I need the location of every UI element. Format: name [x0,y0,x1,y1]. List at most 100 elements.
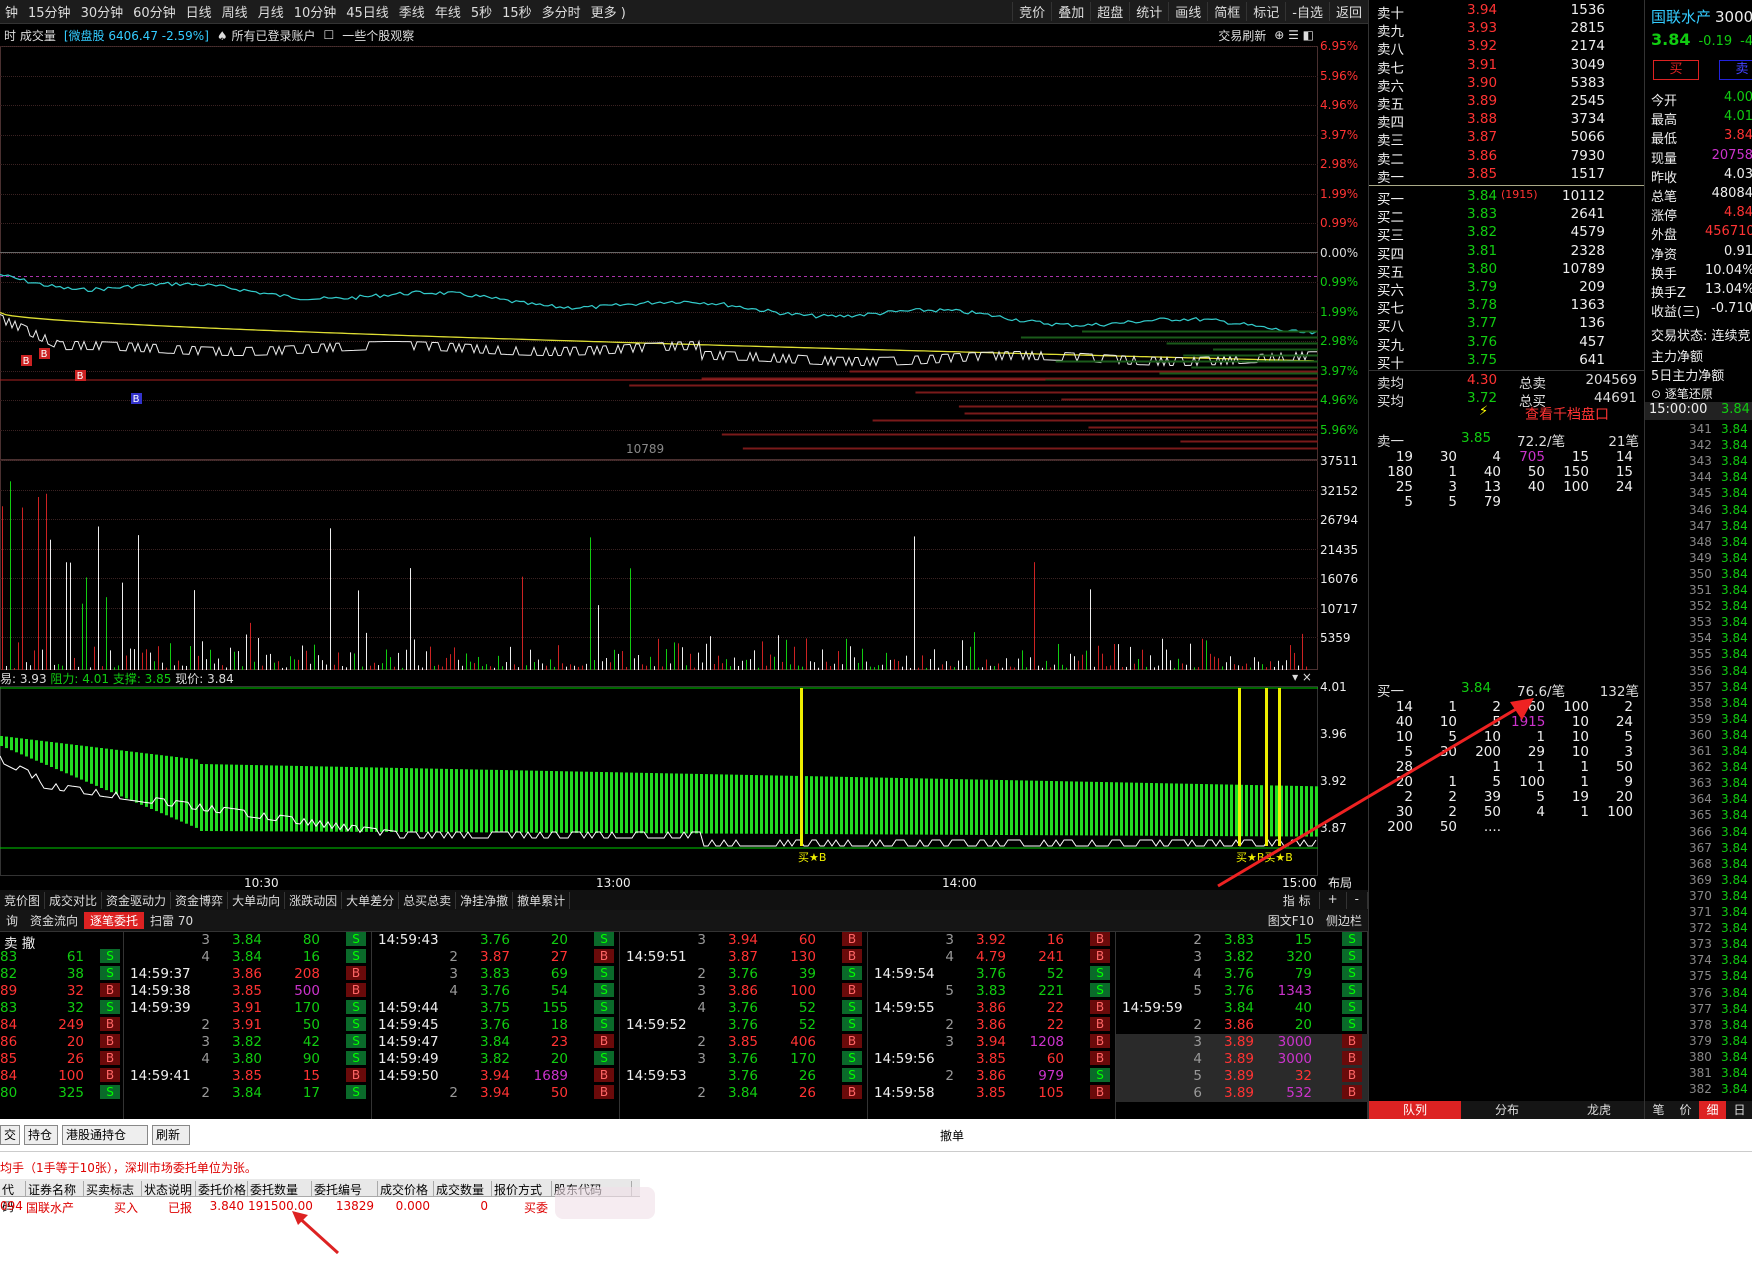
trade-button[interactable]: 交 [0,1125,20,1145]
orderbook-level[interactable]: 卖一 3.85 1517 [1369,166,1645,186]
period-tab[interactable]: 15分钟 [23,2,76,21]
trade-refresh[interactable]: 交易刷新 [1214,27,1270,44]
indicator-tab[interactable]: 竞价图 [0,891,46,909]
indicator-tab[interactable]: 资金驱动力 [102,891,172,909]
order-column-header[interactable]: 委托数量 [248,1181,312,1197]
orderbook-level[interactable]: 买三 3.82 4579 [1369,224,1645,244]
tool-button[interactable]: 叠加 [1051,2,1090,21]
tool-button[interactable]: 超盘 [1090,2,1129,21]
trade-marker[interactable]: B [39,348,50,360]
period-tab[interactable]: 季线 [394,2,430,21]
sell-button[interactable]: 卖 [1719,60,1752,80]
period-tab[interactable]: 钟 [0,2,23,21]
indicator-tab[interactable]: 大单动向 [228,891,286,909]
detail-tab[interactable]: 扫雷 70 [144,912,199,929]
period-tab[interactable]: 年线 [430,2,466,21]
indicator-tab[interactable]: 成交对比 [45,891,103,909]
order-column-header[interactable]: 委托编号 [312,1181,378,1197]
period-tab[interactable]: 月线 [253,2,289,21]
orderbook-level[interactable]: 买九 3.76 457 [1369,334,1645,354]
orderbook-level[interactable]: 买四 3.81 2328 [1369,243,1645,263]
tick-restore-toggle[interactable]: ⊙ 逐笔还原 [1651,385,1713,402]
detail-tab[interactable]: 询 [0,912,24,929]
trade-button[interactable]: 港股通持仓 [62,1125,148,1145]
order-column-header[interactable]: 状态说明 [142,1181,196,1197]
orderbook-level[interactable]: 卖十 3.94 1536 [1369,2,1645,22]
detail-tool[interactable]: 侧边栏 [1320,912,1368,929]
order-cell[interactable]: 094 [0,1199,23,1215]
indicator-tab[interactable]: 资金博弈 [171,891,229,909]
orderbook-level[interactable]: 买八 3.77 136 [1369,315,1645,335]
order-cell[interactable]: 国联水产 [26,1199,80,1215]
tool-button[interactable]: 画线 [1168,2,1207,21]
order-cell[interactable]: 0.000 [378,1199,430,1215]
tool-button[interactable]: 竞价 [1012,2,1051,21]
orderbook-tab[interactable]: 龙虎 [1553,1101,1645,1119]
indicator-tab[interactable]: 净挂净撤 [456,891,514,909]
order-cell[interactable]: 已报 [142,1199,192,1215]
period-tab[interactable]: 5秒 [466,2,497,21]
trade-marker[interactable]: B [75,370,86,382]
cancel-order-tab[interactable]: 撤单 [940,1127,964,1144]
indicator-tab[interactable]: 撤单累计 [513,891,571,909]
period-tab[interactable]: 60分钟 [128,2,181,21]
indicator-tab[interactable]: 总买总卖 [399,891,457,909]
order-column-header[interactable]: 成交价格 [378,1181,434,1197]
orderbook-level[interactable]: 买一 3.84 10112 (1915) [1369,188,1645,208]
orderbook-level[interactable]: 卖三 3.87 5066 [1369,129,1645,149]
tool-button[interactable]: 标记 [1246,2,1285,21]
period-tab[interactable]: 15秒 [497,2,537,21]
orderbook-level[interactable]: 卖七 3.91 3049 [1369,57,1645,77]
orderbook-level[interactable]: 买六 3.79 209 [1369,279,1645,299]
view-1000-levels-link[interactable]: 查看千档盘口 [1525,404,1609,424]
orderbook-level[interactable]: 买五 3.80 10789 [1369,261,1645,281]
orderbook-level[interactable]: 买十 3.75 641 [1369,352,1645,372]
order-cell[interactable]: 0 [434,1199,488,1215]
order-cell[interactable]: 买入 [84,1199,138,1215]
orderbook-level[interactable]: 卖五 3.89 2545 [1369,93,1645,113]
orderbook-level[interactable]: 卖四 3.88 3734 [1369,111,1645,131]
orderbook-level[interactable]: 卖八 3.92 2174 [1369,38,1645,58]
indicator-tool[interactable]: - [1347,891,1368,909]
orderbook-level[interactable]: 买二 3.83 2641 [1369,206,1645,226]
order-cell[interactable]: 3.840 [196,1199,244,1215]
buy-button[interactable]: 买 [1653,60,1699,80]
indicator-tool[interactable]: 指 标 [1275,891,1320,909]
period-tab[interactable]: 更多 ) [586,2,631,21]
orderbook-level[interactable]: 买七 3.78 1363 [1369,297,1645,317]
tool-button[interactable]: 简框 [1207,2,1246,21]
tool-button[interactable]: -自选 [1285,2,1329,21]
order-cell[interactable]: 买委 [492,1199,548,1215]
order-column-header[interactable]: 报价方式 [492,1181,552,1197]
tool-button[interactable]: 返回 [1328,2,1368,21]
trade-marker[interactable]: B [21,355,32,367]
detail-tool[interactable]: 图文F10 [1262,912,1320,929]
period-tab[interactable]: 45日线 [341,2,394,21]
order-column-header[interactable]: 委托价格 [196,1181,248,1197]
order-column-header[interactable]: 代码 [0,1181,26,1214]
watch-checkbox[interactable]: ☐ [319,28,338,42]
ind-dropdown-icon[interactable]: ▾ × [1292,670,1312,684]
period-tab[interactable]: 10分钟 [289,2,342,21]
index-info[interactable]: [微盘股 6406.47 -2.59%] [60,27,213,44]
orderbook-level[interactable]: 卖六 3.90 5383 [1369,75,1645,95]
trade-marker[interactable]: B [131,393,142,405]
tick-tab[interactable]: 价 [1672,1101,1699,1119]
account-selector[interactable]: ♠ 所有已登录账户 [213,27,320,44]
tool-button[interactable]: 统计 [1129,2,1168,21]
trade-button[interactable]: 持仓 [24,1125,58,1145]
period-tab[interactable]: 30分钟 [76,2,129,21]
trade-button[interactable]: 刷新 [152,1125,190,1145]
detail-tab[interactable]: 逐笔委托 [84,912,145,929]
orderbook-level[interactable]: 卖九 3.93 2815 [1369,20,1645,40]
indicator-tool[interactable]: + [1320,891,1347,909]
tick-tab[interactable]: 笔 [1645,1101,1672,1119]
tick-tab[interactable]: 日 [1726,1101,1752,1119]
period-tab[interactable]: 周线 [217,2,253,21]
indicator-tab[interactable]: 涨跌动因 [285,891,343,909]
order-column-header[interactable]: 成交数量 [434,1181,492,1197]
orderbook-level[interactable]: 卖二 3.86 7930 [1369,148,1645,168]
orderbook-tab[interactable]: 队列 [1369,1101,1461,1119]
order-column-header[interactable]: 买卖标志 [84,1181,142,1197]
orderbook-tab[interactable]: 分布 [1461,1101,1553,1119]
